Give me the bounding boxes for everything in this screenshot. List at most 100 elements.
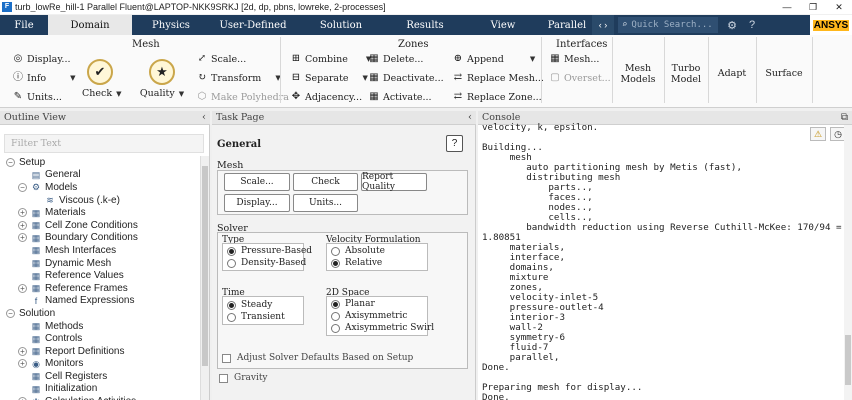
overset-button[interactable]: ▢ Overset... — [549, 72, 610, 84]
expand-icon[interactable]: + — [18, 233, 27, 243]
absolute-radio[interactable]: Absolute — [331, 246, 385, 256]
replace-mesh-button[interactable]: ⇄ Replace Mesh... — [452, 72, 544, 84]
zones-adjacency-button[interactable]: ✥ Adjacency... — [290, 91, 362, 103]
tree-item[interactable]: ▦ Methods — [0, 320, 200, 333]
interfaces-mesh-button[interactable]: ▦ Mesh... — [549, 53, 599, 65]
relative-radio[interactable]: Relative — [331, 258, 382, 268]
scale-button[interactable]: Scale... — [224, 173, 290, 191]
gravity-checkbox[interactable]: Gravity — [219, 373, 268, 383]
zones-append-button[interactable]: ⊕ Append ▼ — [452, 53, 535, 65]
tree-node-icon: ▦ — [31, 232, 41, 243]
collapse-icon[interactable]: − — [6, 308, 15, 318]
zones-activate-button[interactable]: ▦ Activate... — [368, 91, 431, 103]
tab-view[interactable]: View — [464, 15, 542, 35]
display-button[interactable]: Display... — [224, 194, 290, 212]
adjust-solver-defaults-checkbox[interactable]: Adjust Solver Defaults Based on Setup — [222, 353, 413, 363]
mesh-display-button[interactable]: ◎ Display... — [12, 53, 71, 65]
zones-separate-button[interactable]: ⊟ Separate ▼ — [290, 72, 368, 84]
mesh-scale-button[interactable]: ⤢ Scale... — [196, 53, 246, 65]
tree-item[interactable]: + ◉ Monitors — [0, 358, 200, 371]
tree-item[interactable]: − ⚙ Models — [0, 181, 200, 194]
make-polyhedra-button[interactable]: ⬡ Make Polyhedra — [196, 91, 289, 103]
turbo-model-button[interactable]: Turbo Model — [668, 63, 704, 85]
units-button[interactable]: Units... — [293, 194, 358, 212]
tree-item[interactable]: ▦ Mesh Interfaces — [0, 244, 200, 257]
warning-icon[interactable]: ⚠ — [810, 127, 826, 141]
collapse-icon[interactable]: − — [6, 157, 15, 167]
tree-item[interactable]: + ▦ Boundary Conditions — [0, 232, 200, 245]
help-icon[interactable]: ? — [742, 15, 762, 35]
minimize-button[interactable]: — — [774, 2, 800, 12]
chevron-down-icon: ▼ — [529, 55, 536, 63]
tree-item[interactable]: − Setup — [0, 156, 200, 169]
report-quality-button[interactable]: Report Quality — [361, 172, 427, 192]
interfaces-group-title: Interfaces — [556, 39, 608, 50]
tree-item[interactable]: + ▦ Reference Frames — [0, 282, 200, 295]
tree-item[interactable]: + ▦ Cell Zone Conditions — [0, 219, 200, 232]
settings-icon[interactable]: ⚙ — [722, 15, 742, 35]
expand-icon[interactable]: + — [18, 220, 27, 230]
expand-icon[interactable]: + — [18, 346, 27, 356]
scrollbar-thumb[interactable] — [202, 166, 208, 366]
expand-icon[interactable]: + — [18, 359, 27, 369]
tab-physics[interactable]: Physics — [132, 15, 210, 35]
zones-deactivate-button[interactable]: ▦ Deactivate... — [368, 72, 443, 84]
axisymmetric-radio[interactable]: Axisymmetric — [331, 311, 407, 321]
help-button[interactable]: ? — [446, 135, 463, 152]
console-scrollbar[interactable] — [844, 125, 852, 400]
surface-button[interactable]: Surface — [762, 68, 806, 79]
expand-icon[interactable]: + — [18, 208, 27, 218]
maximize-button[interactable]: ❐ — [800, 2, 826, 13]
tab-results[interactable]: Results — [386, 15, 464, 35]
axisymmetric-swirl-radio[interactable]: Axisymmetric Swirl — [331, 323, 434, 333]
tree-item-label: Models — [45, 181, 78, 193]
zones-delete-button[interactable]: ▦ Delete... — [368, 53, 423, 65]
planar-radio[interactable]: Planar — [331, 299, 375, 309]
collapse-icon[interactable]: − — [18, 182, 27, 192]
tab-parallel[interactable]: Parallel — [542, 15, 592, 35]
mesh-check-button[interactable]: ✔ Check ▼ — [82, 59, 121, 99]
tree-item[interactable]: + ▦ Report Definitions — [0, 345, 200, 358]
tree-item[interactable]: f Named Expressions — [0, 295, 200, 308]
scrollbar-thumb[interactable] — [845, 335, 851, 385]
expand-icon[interactable]: + — [18, 283, 27, 293]
filter-text-input[interactable]: Filter Text — [4, 134, 204, 153]
mesh-transform-button[interactable]: ↻ Transform ▼ — [196, 72, 281, 84]
tab-scroll-arrows[interactable]: ‹ › — [592, 15, 614, 35]
quick-search-input[interactable]: ⌕ Quick Search... — [618, 17, 718, 33]
outline-scrollbar[interactable] — [200, 156, 209, 400]
mesh-info-button[interactable]: ⓘ Info ▼ — [12, 72, 76, 84]
zones-combine-button[interactable]: ⊞ Combine ▼ — [290, 53, 371, 65]
tab-file[interactable]: File — [0, 15, 48, 35]
tree-item[interactable]: ▦ Controls — [0, 332, 200, 345]
collapse-left-icon[interactable]: ‹ — [468, 112, 472, 123]
steady-radio[interactable]: Steady — [227, 300, 272, 310]
transient-radio[interactable]: Transient — [227, 312, 285, 322]
mesh-quality-button[interactable]: ★ Quality ▼ — [136, 59, 188, 99]
tree-item[interactable]: ▦ Dynamic Mesh — [0, 257, 200, 270]
tree-item[interactable]: ▦ Reference Values — [0, 269, 200, 282]
tree-item[interactable]: + ▦ Materials — [0, 206, 200, 219]
adapt-button[interactable]: Adapt — [714, 68, 750, 79]
density-based-radio[interactable]: Density-Based — [227, 258, 306, 268]
tree-item[interactable]: ▦ Initialization — [0, 383, 200, 396]
close-button[interactable]: ✕ — [826, 2, 852, 13]
maximize-icon[interactable]: ⧉ — [841, 112, 848, 123]
replace-zone-button[interactable]: ⇄ Replace Zone... — [452, 91, 542, 103]
mesh-models-button[interactable]: Mesh Models — [618, 63, 658, 85]
tab-solution[interactable]: Solution — [296, 15, 386, 35]
collapse-left-icon[interactable]: ‹ — [202, 112, 206, 123]
mesh-units-button[interactable]: ✎ Units... — [12, 91, 62, 103]
tree-item[interactable]: ▦ Cell Registers — [0, 370, 200, 383]
pressure-based-radio[interactable]: Pressure-Based — [227, 246, 312, 256]
tab-domain[interactable]: Domain — [48, 15, 132, 35]
tree-item[interactable]: ▤ General — [0, 169, 200, 182]
tab-user-defined[interactable]: User-Defined — [210, 15, 296, 35]
console-panel: Console ⧉ velocity, k, epsilon. Building… — [478, 111, 852, 400]
tree-item[interactable]: ≋ Viscous (.k-e) — [0, 194, 200, 207]
tree-item[interactable]: − Solution — [0, 307, 200, 320]
checkbox-box — [219, 373, 228, 383]
fluent-app-icon: F — [2, 2, 12, 12]
tree-item[interactable]: +✱Calculation Activities — [0, 395, 200, 400]
check-button[interactable]: Check — [293, 173, 358, 191]
